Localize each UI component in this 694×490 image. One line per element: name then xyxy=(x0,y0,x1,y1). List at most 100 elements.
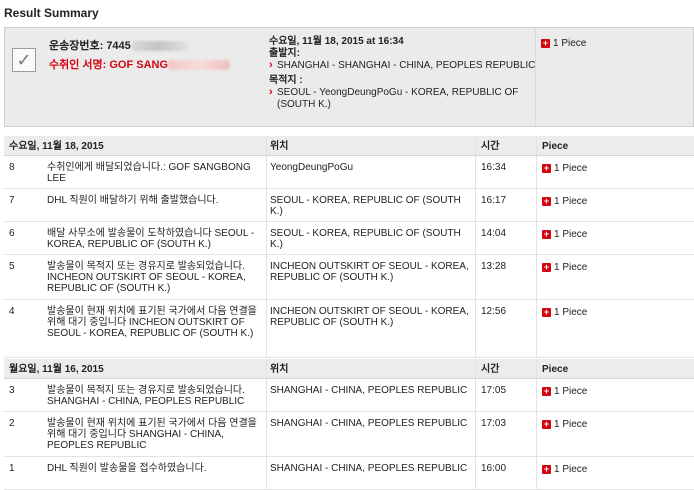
time-column-header: 시간 xyxy=(481,364,500,375)
piece-label: 1 Piece xyxy=(554,163,588,174)
plus-icon[interactable]: + xyxy=(542,229,551,239)
column-divider xyxy=(536,457,537,489)
column-divider xyxy=(475,379,476,411)
table-row: 2 발송물이 현재 위치에 표기된 국가에서 다음 연결을 위해 대기 중입니다 … xyxy=(4,412,694,457)
piece-toggle[interactable]: +1 Piece xyxy=(542,419,587,430)
plus-icon[interactable]: + xyxy=(542,307,551,317)
event-number: 5 xyxy=(9,261,15,272)
column-divider xyxy=(536,412,537,456)
piece-column-header: Piece xyxy=(542,141,569,152)
column-divider xyxy=(536,156,537,188)
column-divider xyxy=(475,255,476,299)
piece-label: 1 Piece xyxy=(554,196,588,207)
event-description: 발송물이 현재 위치에 표기된 국가에서 다음 연결을 위해 대기 중입니다 I… xyxy=(47,306,257,339)
piece-toggle[interactable]: +1 Piece xyxy=(541,38,586,49)
piece-toggle[interactable]: +1 Piece xyxy=(542,386,587,397)
event-location: INCHEON OUTSKIRT OF SEOUL - KOREA, REPUB… xyxy=(270,306,469,328)
plus-icon[interactable]: + xyxy=(542,419,551,429)
table-row: 4 발송물이 현재 위치에 표기된 국가에서 다음 연결을 위해 대기 중입니다 … xyxy=(4,300,694,358)
event-location: YeongDeungPoGu xyxy=(270,162,354,173)
group-header: 수요일, 11월 18, 2015 위치 시간 Piece xyxy=(4,136,694,156)
piece-toggle[interactable]: +1 Piece xyxy=(542,196,587,207)
column-divider xyxy=(536,189,537,221)
event-time: 17:05 xyxy=(481,385,507,396)
event-number: 3 xyxy=(9,385,15,396)
table-row: 8 수취인에게 배달되었습니다.: GOF SANGBONG LEE YeongDe… xyxy=(4,156,694,189)
event-time: 16:00 xyxy=(481,463,507,474)
checkmark-icon: ✓ xyxy=(12,48,36,72)
event-number: 4 xyxy=(9,306,15,317)
event-number: 7 xyxy=(9,195,15,206)
piece-toggle[interactable]: +1 Piece xyxy=(542,163,587,174)
plus-icon[interactable]: + xyxy=(541,38,550,48)
event-description: 수취인에게 배달되었습니다.: GOF SANGBONG LEE xyxy=(47,162,251,184)
group-header: 월요일, 11월 16, 2015 위치 시간 Piece xyxy=(4,359,694,379)
column-divider xyxy=(475,136,476,155)
column-divider xyxy=(475,412,476,456)
event-location: SHANGHAI - CHINA, PEOPLES REPUBLIC xyxy=(270,385,468,396)
location-column-header: 위치 xyxy=(270,364,289,375)
column-divider xyxy=(266,412,267,456)
piece-label: 1 Piece xyxy=(554,464,588,475)
event-description: 발송물이 목적지 또는 경유지로 발송되었습니다. INCHEON OUTSKI… xyxy=(47,261,246,294)
event-number: 8 xyxy=(9,162,15,173)
result-summary-panel: ✓ 운송장번호: 7445 수취인 서명: GOF SANG 수요일, 11월 … xyxy=(4,27,694,127)
event-location: SEOUL - KOREA, REPUBLIC OF (SOUTH K.) xyxy=(270,228,461,250)
piece-label: 1 Piece xyxy=(554,419,588,430)
redacted-block xyxy=(168,60,231,71)
event-location: SHANGHAI - CHINA, PEOPLES REPUBLIC xyxy=(270,418,468,429)
column-divider xyxy=(266,189,267,221)
column-divider xyxy=(266,156,267,188)
event-description: DHL 직원이 배달하기 위해 출발했습니다. xyxy=(47,195,219,206)
location-column-header: 위치 xyxy=(270,141,289,152)
event-description: 발송물이 목적지 또는 경유지로 발송되었습니다. SHANGHAI - CHI… xyxy=(47,385,245,407)
piece-toggle[interactable]: +1 Piece xyxy=(542,307,587,318)
waybill-number: 운송장번호: 7445 xyxy=(49,37,188,53)
plus-icon[interactable]: + xyxy=(542,386,551,396)
column-divider xyxy=(475,359,476,378)
table-row: 5 발송물이 목적지 또는 경유지로 발송되었습니다. INCHEON OUTSK… xyxy=(4,255,694,300)
plus-icon[interactable]: + xyxy=(542,464,551,474)
column-divider xyxy=(536,222,537,254)
redacted-block xyxy=(131,41,188,52)
delivery-datetime: 수요일, 11월 18, 2015 at 16:34 xyxy=(269,36,404,47)
column-divider xyxy=(536,255,537,299)
event-number: 6 xyxy=(9,228,15,239)
table-row: 7 DHL 직원이 배달하기 위해 출발했습니다. SEOUL - KOREA, R… xyxy=(4,189,694,222)
column-divider xyxy=(475,222,476,254)
column-divider xyxy=(266,379,267,411)
plus-icon[interactable]: + xyxy=(542,196,551,206)
plus-icon[interactable]: + xyxy=(542,262,551,272)
column-divider xyxy=(266,136,267,155)
origin-label: 출발지: xyxy=(269,48,300,59)
event-location: INCHEON OUTSKIRT OF SEOUL - KOREA, REPUB… xyxy=(270,261,469,283)
column-divider xyxy=(266,457,267,489)
piece-label: 1 Piece xyxy=(554,386,588,397)
column-divider xyxy=(475,457,476,489)
event-number: 1 xyxy=(9,463,15,474)
plus-icon[interactable]: + xyxy=(542,163,551,173)
piece-toggle[interactable]: +1 Piece xyxy=(542,229,587,240)
column-divider xyxy=(266,222,267,254)
column-divider xyxy=(536,379,537,411)
route-info: 수요일, 11월 18, 2015 at 16:34 출발지: SHANGHAI… xyxy=(269,36,539,111)
column-divider xyxy=(266,300,267,357)
group-date-header: 월요일, 11월 16, 2015 xyxy=(9,364,104,375)
column-divider xyxy=(266,359,267,378)
event-location: SHANGHAI - CHINA, PEOPLES REPUBLIC xyxy=(270,463,468,474)
column-divider xyxy=(536,136,537,155)
event-time: 16:17 xyxy=(481,195,507,206)
event-time: 14:04 xyxy=(481,228,507,239)
event-time: 13:28 xyxy=(481,261,507,272)
event-description: 발송물이 현재 위치에 표기된 국가에서 다음 연결을 위해 대기 중입니다 S… xyxy=(47,418,257,451)
piece-column-header: Piece xyxy=(542,364,569,375)
piece-toggle[interactable]: +1 Piece xyxy=(542,464,587,475)
time-column-header: 시간 xyxy=(481,141,500,152)
table-row: 1 DHL 직원이 발송물을 접수하였습니다. SHANGHAI - CHINA, … xyxy=(4,457,694,490)
destination-label: 목적지 : xyxy=(269,75,303,86)
column-divider xyxy=(475,300,476,357)
column-divider xyxy=(475,189,476,221)
piece-label: 1 Piece xyxy=(554,262,588,273)
column-divider xyxy=(475,156,476,188)
piece-toggle[interactable]: +1 Piece xyxy=(542,262,587,273)
